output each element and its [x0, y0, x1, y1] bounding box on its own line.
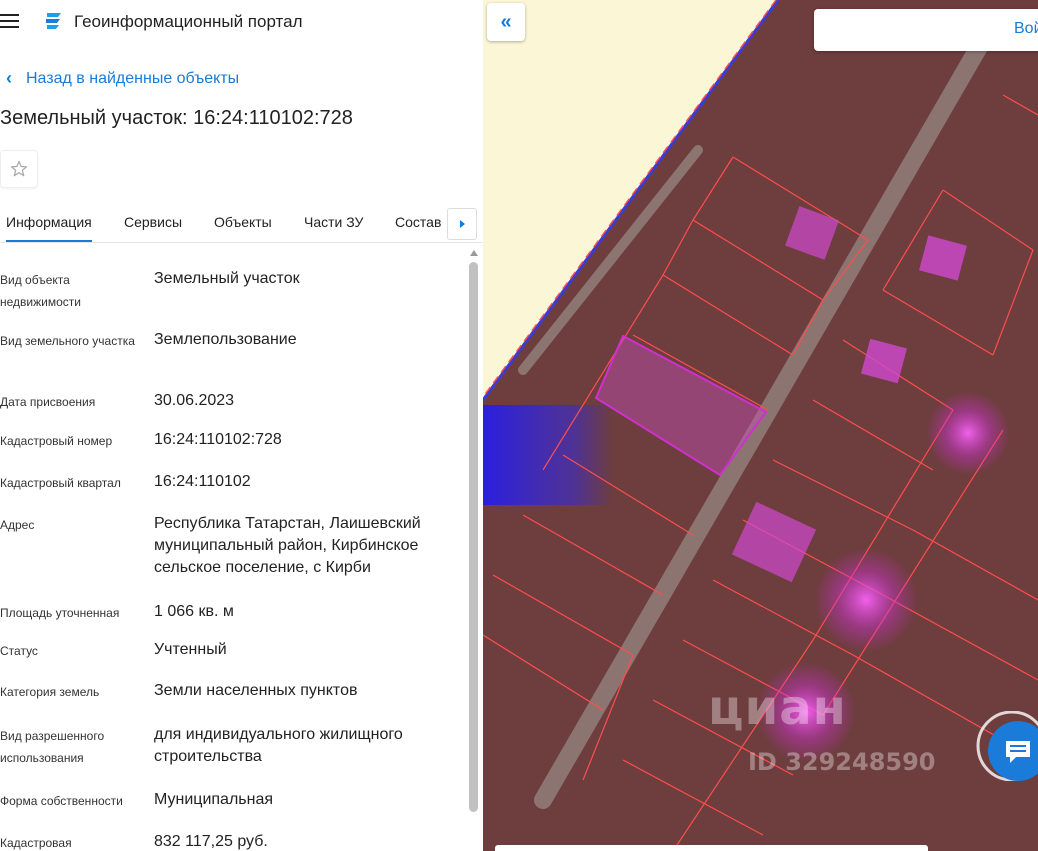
- property-value: 832 117,25 руб.: [154, 833, 268, 850]
- tab-bar: Информация Сервисы Объекты Части ЗУ Сост…: [0, 205, 483, 243]
- property-value: Муниципальная: [154, 791, 274, 808]
- property-value: 16:24:110102: [154, 473, 251, 490]
- watermark-id: ID 329248590: [748, 748, 936, 776]
- property-label: Кадастровый квартал: [0, 476, 121, 490]
- tab-information[interactable]: Информация: [6, 214, 92, 242]
- property-list-scrollbar[interactable]: [468, 250, 480, 851]
- chevron-left-icon: ‹: [6, 68, 12, 88]
- property-value: Земли населенных пунктов: [154, 682, 358, 699]
- map-view[interactable]: « Вой циан ID 329248590: [483, 0, 1038, 851]
- collapse-panel-button[interactable]: «: [487, 3, 525, 41]
- property-list: Вид объекта недвижимости Земельный участ…: [0, 244, 465, 851]
- tab-services[interactable]: Сервисы: [124, 214, 182, 230]
- property-value: Республика Татарстан, Лаишевский муницип…: [154, 515, 421, 576]
- tab-composition[interactable]: Состав: [395, 214, 441, 230]
- login-button[interactable]: Вой: [814, 9, 1038, 51]
- property-label: Вид разрешенного использования: [0, 729, 105, 765]
- chat-button[interactable]: [976, 710, 1038, 782]
- double-chevron-left-icon: «: [500, 10, 512, 33]
- page-title: Земельный участок: 16:24:110102:728: [0, 107, 353, 129]
- watermark: циан ID 329248590: [708, 680, 936, 776]
- watermark-logo: циан: [708, 680, 847, 736]
- header: Геоинформационный портал: [0, 0, 483, 44]
- property-label: Статус: [0, 644, 38, 658]
- property-label: Категория земель: [0, 685, 100, 699]
- back-link[interactable]: ‹ Назад в найденные объекты: [6, 68, 239, 89]
- tab-objects[interactable]: Объекты: [214, 214, 272, 230]
- tab-parts[interactable]: Части ЗУ: [304, 214, 363, 230]
- property-value: Учтенный: [154, 641, 227, 658]
- back-link-label: Назад в найденные объекты: [26, 69, 240, 87]
- hamburger-icon[interactable]: [0, 14, 20, 28]
- star-icon: [10, 160, 28, 177]
- property-value: для индивидуального жилищного строительс…: [154, 726, 403, 765]
- login-button-label: Вой: [1014, 20, 1038, 37]
- property-label: Адрес: [0, 518, 35, 532]
- property-label: Кадастровый номер: [0, 434, 113, 448]
- property-label: Площадь уточненная: [0, 606, 120, 620]
- property-value: 1 066 кв. м: [154, 603, 234, 620]
- property-value: 30.06.2023: [154, 392, 235, 409]
- favorite-button[interactable]: [0, 150, 38, 188]
- chevron-right-icon: [459, 220, 465, 228]
- property-value: 16:24:110102:728: [154, 431, 282, 448]
- scroll-thumb[interactable]: [469, 262, 478, 812]
- object-info-panel: Геоинформационный портал ‹ Назад в найде…: [0, 0, 483, 851]
- property-label: Дата присвоения: [0, 395, 96, 409]
- portal-logo-icon: [46, 13, 61, 29]
- property-label: Форма собственности: [0, 794, 123, 808]
- property-label: Кадастровая: [0, 836, 72, 850]
- chat-icon: [976, 710, 1038, 782]
- bottom-search-bar[interactable]: [495, 845, 928, 851]
- property-label: Вид объекта недвижимости: [0, 273, 81, 309]
- scroll-up-arrow-icon[interactable]: [470, 250, 478, 256]
- app-title: Геоинформационный портал: [74, 12, 303, 31]
- property-label: Вид земельного участка: [0, 334, 135, 348]
- property-value: Землепользование: [154, 331, 297, 348]
- property-value: Земельный участок: [154, 270, 300, 287]
- tab-scroll-right-button[interactable]: [447, 208, 477, 240]
